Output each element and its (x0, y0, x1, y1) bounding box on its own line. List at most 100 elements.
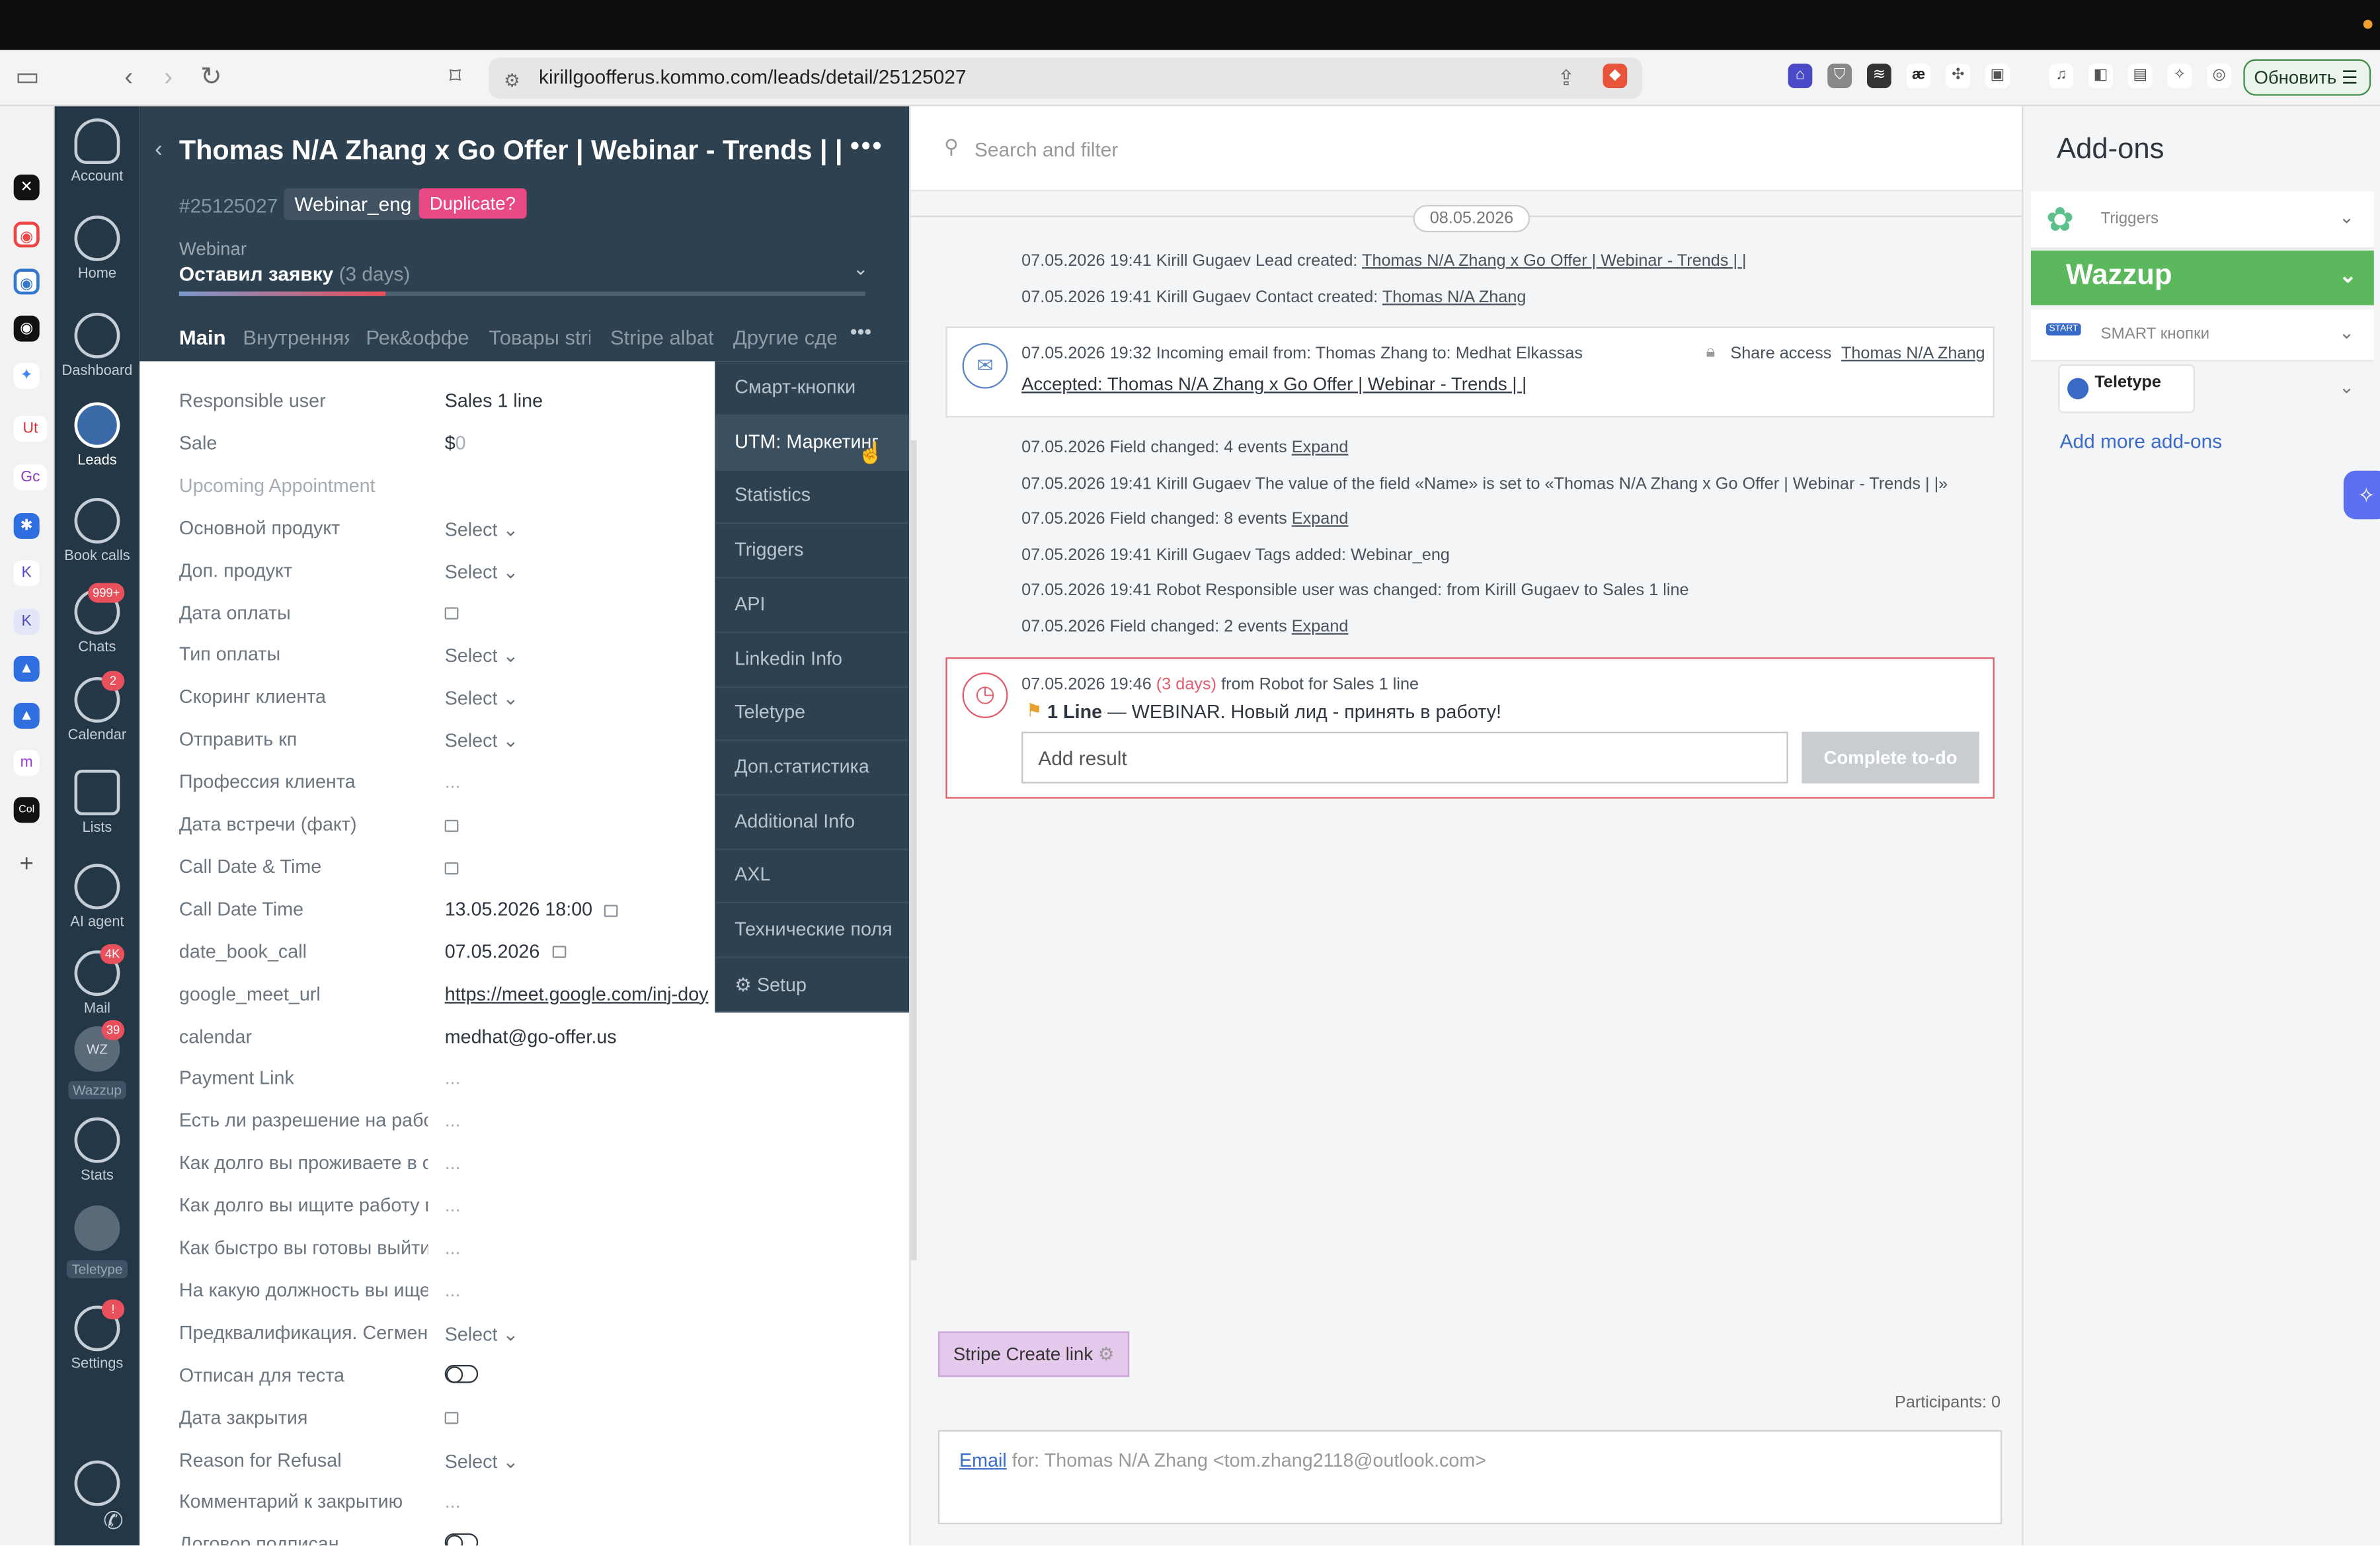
field-value[interactable]: medhat@go-offer.us (445, 1026, 617, 1047)
field-select[interactable]: Select ⌄ (445, 1322, 519, 1345)
dock-app-icon[interactable]: m (13, 750, 40, 776)
ai-assistant-button[interactable]: ✧ (2343, 470, 2380, 520)
nav-lists[interactable]: Lists (55, 770, 140, 836)
nav-book-calls[interactable]: Book calls (55, 498, 140, 565)
field-date[interactable] (444, 1406, 459, 1428)
tabs-more-icon[interactable]: ••• (850, 320, 872, 343)
addon-triggers[interactable]: ✿ Triggers ⌄ (2030, 191, 2374, 249)
event-link[interactable]: Expand (1292, 510, 1349, 529)
dock-kommo-icon[interactable]: K (13, 560, 40, 587)
field-date[interactable] (444, 856, 459, 877)
field-toggle[interactable] (444, 1364, 479, 1387)
dropdown-item[interactable]: Доп.статистика (715, 741, 910, 795)
extension-ae-icon[interactable]: æ (1906, 63, 1931, 89)
dock-app-icon[interactable]: ✕ (13, 175, 40, 201)
reload-icon[interactable]: ↻ (200, 63, 222, 91)
complete-todo-button[interactable]: Complete to-do (1802, 731, 1979, 784)
field-select[interactable]: Select ⌄ (445, 644, 519, 667)
extension-shield-icon[interactable]: ⛉ (1827, 63, 1852, 89)
nav-teletype[interactable]: Teletype (55, 1205, 140, 1279)
search-input[interactable]: Search and filter (974, 138, 1118, 161)
search-bar[interactable]: ⚲ Search and filter (910, 106, 2024, 192)
nav-notifications[interactable] (55, 1460, 140, 1511)
nav-ai-agent[interactable]: AI agent (55, 864, 140, 930)
stage-selector[interactable]: Оставил заявку (3 days) (179, 263, 411, 285)
field-select[interactable]: Select ⌄ (445, 729, 519, 752)
email-type-link[interactable]: Email (959, 1450, 1007, 1471)
dock-kommo-icon[interactable]: K (13, 608, 40, 635)
update-button[interactable]: Обновить ☰ (2243, 59, 2371, 96)
nav-account[interactable]: Account (55, 118, 140, 185)
dropdown-item[interactable]: Технические поля (715, 903, 910, 958)
sidebar-toggle-icon[interactable]: ▭ (15, 63, 40, 91)
music-icon[interactable]: ♫ (2049, 63, 2074, 89)
field-select[interactable]: Select ⌄ (445, 686, 519, 710)
extensions-puzzle-icon[interactable]: ✣ (1946, 63, 1971, 89)
event-link[interactable]: Thomas N/A Zhang (1382, 288, 1527, 306)
dropdown-item[interactable]: Statistics (715, 469, 910, 524)
field-select[interactable]: Select ⌄ (445, 1449, 519, 1472)
dock-app-icon[interactable]: Col (13, 797, 40, 823)
back-icon[interactable]: ‹ (124, 63, 133, 91)
leo-ai-icon[interactable]: ✧ (2167, 63, 2192, 89)
tab-other-deals[interactable]: Другие сделки (733, 327, 836, 349)
field-date[interactable]: 13.05.2026 18:00 (445, 899, 619, 920)
dock-gemini-icon[interactable]: ✦ (13, 362, 40, 389)
dropdown-item[interactable]: API (715, 578, 910, 633)
share-icon[interactable]: ⇪ (1558, 63, 1575, 91)
field-value[interactable]: ... (445, 1237, 461, 1258)
event-link[interactable]: Expand (1292, 618, 1349, 636)
field-money[interactable]: $0 (445, 432, 466, 454)
field-link[interactable]: https://meet.google.com/inj-doy (445, 983, 709, 1004)
more-menu-icon[interactable]: ••• (850, 130, 883, 162)
sidebar-panel-icon[interactable]: ◧ (2088, 63, 2113, 89)
dock-app-icon[interactable]: ✱ (13, 513, 40, 540)
email-compose[interactable]: Email for: Thomas N/A Zhang <tom.zhang21… (937, 1430, 2003, 1525)
event-link[interactable]: Expand (1292, 439, 1349, 458)
nav-leads[interactable]: Leads (55, 402, 140, 469)
addon-smart-buttons[interactable]: START SMART кнопки ⌄ (2030, 309, 2374, 362)
tab-stripe-products[interactable]: Товары stripe (489, 327, 590, 349)
url-text[interactable]: kirillgoofferus.kommo.com/leads/detail/2… (539, 65, 967, 88)
field-select[interactable]: Select ⌄ (445, 559, 519, 583)
forward-icon[interactable]: › (164, 63, 173, 91)
nav-calendar[interactable]: 2 Calendar (55, 671, 140, 744)
nav-home[interactable]: Home (55, 216, 140, 282)
dock-app-icon[interactable]: ◉ (13, 268, 40, 295)
event-link[interactable]: Thomas N/A Zhang x Go Offer | Webinar - … (1362, 252, 1747, 270)
brave-shield-icon[interactable]: ◆ (1603, 63, 1628, 89)
wallet-icon[interactable]: ▤ (2127, 63, 2153, 89)
dropdown-item[interactable]: Triggers (715, 524, 910, 579)
field-value[interactable]: ... (445, 1195, 461, 1216)
dropdown-item[interactable]: Смарт-кнопки (715, 361, 910, 417)
dropdown-item[interactable]: Teletype (715, 686, 910, 741)
stripe-create-link-button[interactable]: Stripe Create link ⚙ (937, 1331, 1130, 1377)
tab-internal[interactable]: Внутренняя (243, 327, 349, 349)
tab-main[interactable]: Main (179, 327, 226, 349)
field-date[interactable] (444, 602, 459, 623)
feed-scrollbar[interactable] (910, 440, 917, 1260)
addon-wazzup[interactable]: Wazzup ⌄ (2030, 250, 2374, 305)
field-value[interactable]: ... (445, 1110, 461, 1131)
site-settings-icon[interactable]: ⚙ (504, 67, 520, 94)
share-access-link[interactable]: Share access (1730, 345, 1831, 363)
nav-settings[interactable]: ! Settings (55, 1299, 140, 1373)
nav-wazzup[interactable]: 39 WZ Wazzup (55, 1020, 140, 1100)
dropdown-item[interactable]: Additional Info (715, 795, 910, 850)
email-contact-link[interactable]: Thomas N/A Zhang (1841, 345, 1985, 363)
nav-stats[interactable]: Stats (55, 1117, 140, 1184)
back-arrow-icon[interactable]: ‹ (155, 137, 162, 163)
email-card[interactable]: ✉ 07.05.2026 19:32 Incoming email from: … (945, 326, 1995, 418)
field-value[interactable]: Sales 1 line (445, 390, 543, 411)
add-result-input[interactable]: Add result (1021, 731, 1788, 784)
dropdown-item[interactable]: AXL (715, 849, 910, 904)
tab-offer[interactable]: Рек&оффер (366, 327, 469, 349)
add-more-addons-link[interactable]: Add more add-ons (2060, 430, 2223, 452)
bookmark-icon[interactable]: ⌑ (450, 63, 461, 91)
dropdown-item[interactable]: Linkedin Info (715, 632, 910, 687)
nav-mail[interactable]: 4K Mail (55, 944, 140, 1017)
dock-app-icon[interactable]: ▲ (13, 655, 40, 682)
dropdown-item[interactable]: ⚙ Setup (715, 957, 910, 1012)
duplicate-button[interactable]: Duplicate? (418, 188, 527, 219)
dock-app-icon[interactable]: ◉ (13, 222, 40, 248)
